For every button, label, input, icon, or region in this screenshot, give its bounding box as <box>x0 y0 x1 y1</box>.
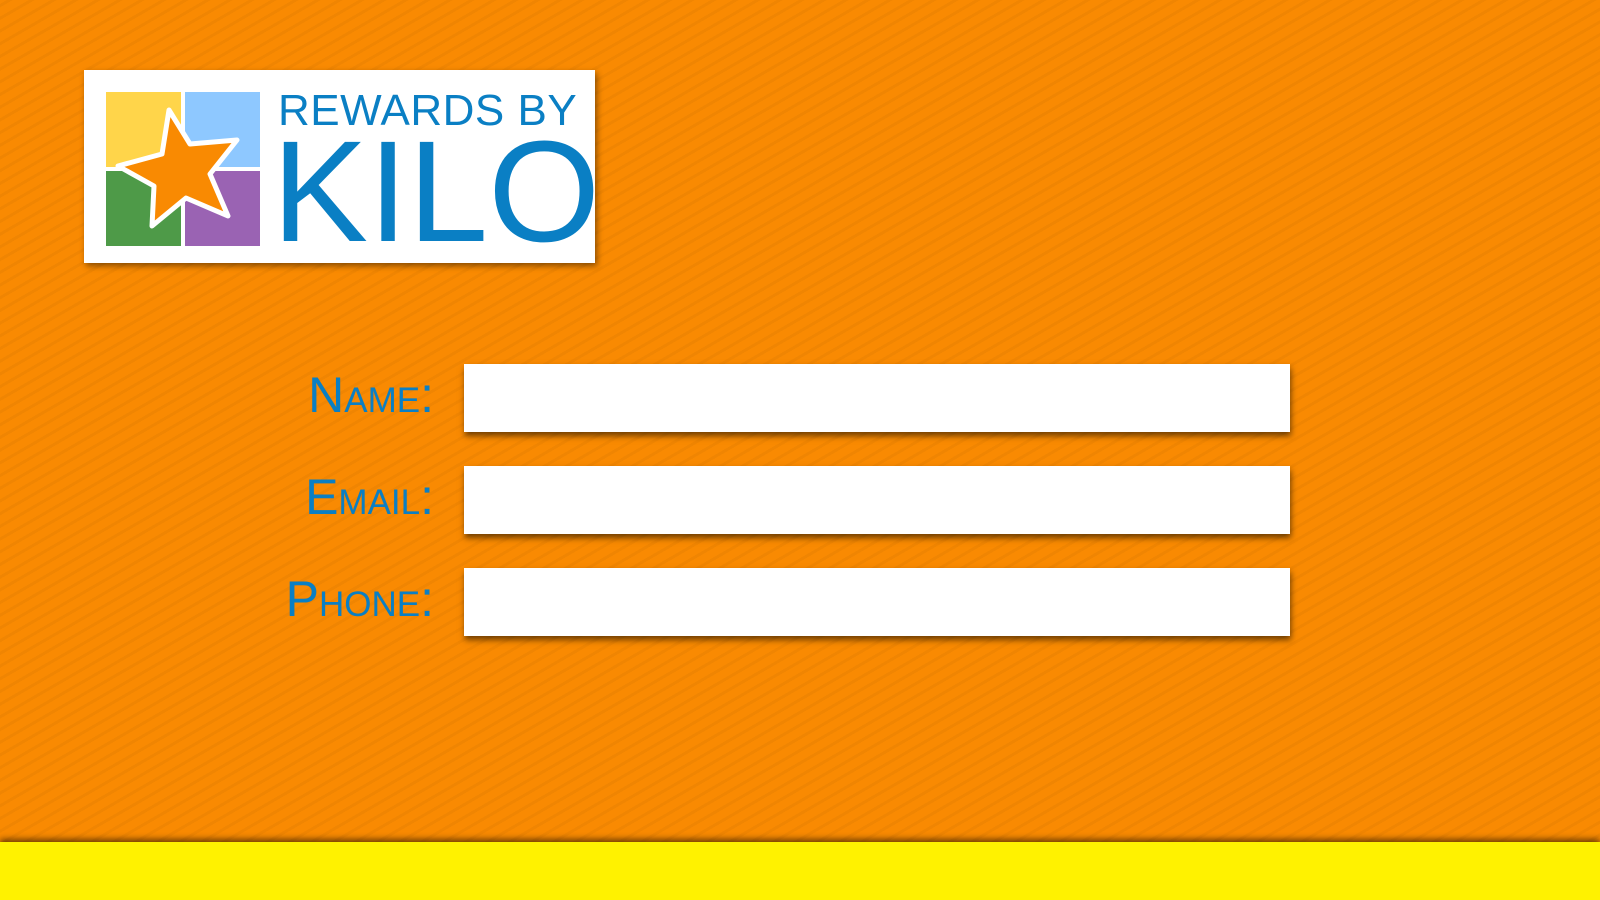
phone-field[interactable] <box>464 568 1290 636</box>
name-field[interactable] <box>464 364 1290 432</box>
star-quad-icon <box>106 92 260 246</box>
name-label: Name: <box>308 367 434 423</box>
signup-screen: REWARDS BY KILO Name: Email: Phone: <box>0 0 1600 900</box>
email-field[interactable] <box>464 466 1290 534</box>
phone-label: Phone: <box>285 571 434 627</box>
footer-bar <box>0 842 1600 900</box>
email-label: Email: <box>305 469 434 525</box>
brand-logo: REWARDS BY KILO <box>84 70 600 264</box>
logo-wordmark: KILO <box>272 111 601 272</box>
